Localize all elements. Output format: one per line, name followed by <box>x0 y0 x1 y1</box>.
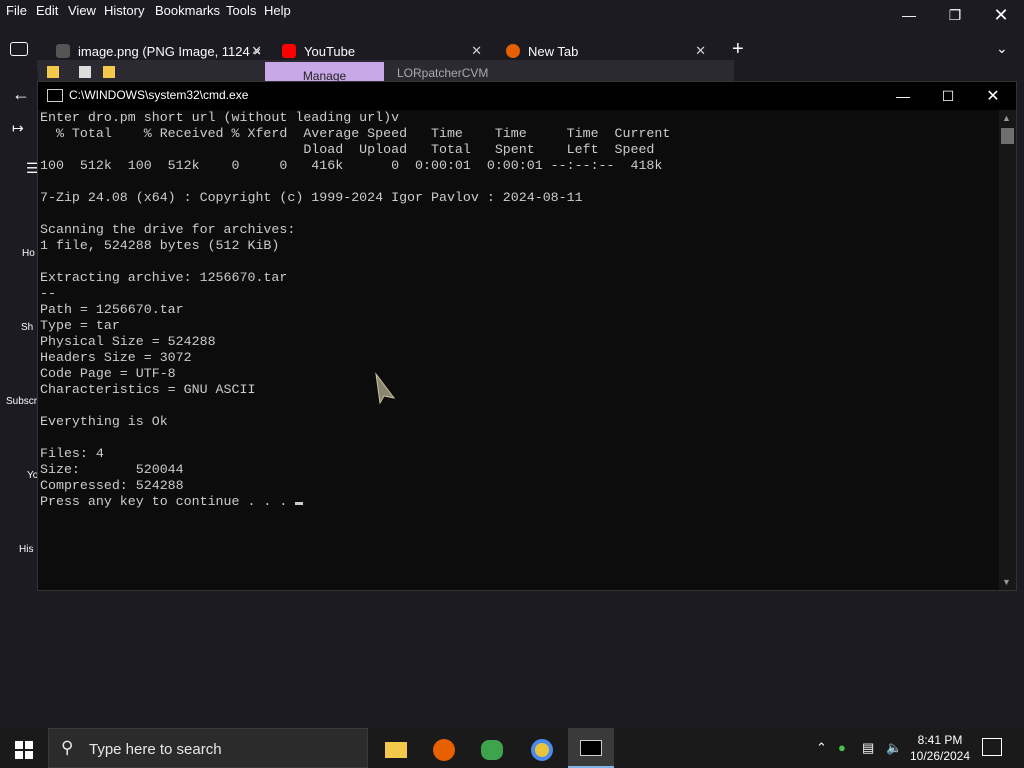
console-line: Enter dro.pm short url (without leading … <box>40 110 400 125</box>
sidebar-item-shorts[interactable]: Sh <box>21 322 33 333</box>
image-icon <box>56 44 70 58</box>
browser-minimize-button[interactable]: — <box>886 0 932 30</box>
taskbar-firefox[interactable] <box>424 732 464 768</box>
cmd-icon <box>580 740 602 756</box>
cmd-minimize-button[interactable]: — <box>880 82 926 110</box>
windows-logo-icon <box>15 741 33 759</box>
text-cursor <box>295 502 304 505</box>
properties-icon <box>79 66 91 78</box>
console-line: Files: 4 <box>40 446 104 461</box>
scroll-down-icon[interactable]: ▼ <box>1002 577 1011 587</box>
console-line: Code Page = UTF-8 <box>40 366 176 381</box>
manage-tab[interactable]: Manage <box>265 62 384 83</box>
sidebar-item-subscriptions[interactable]: Subscr <box>6 396 37 407</box>
console-line: Press any key to continue . . . <box>40 494 998 510</box>
start-button[interactable] <box>4 732 44 768</box>
cmd-title: C:\WINDOWS\system32\cmd.exe <box>69 88 249 102</box>
console-line: 1 file, 524288 bytes (512 KiB) <box>40 238 280 253</box>
menu-edit[interactable]: Edit <box>36 3 58 18</box>
close-icon[interactable]: ✕ <box>471 43 482 59</box>
folder-icon <box>47 66 59 78</box>
tab-label: New Tab <box>528 43 579 59</box>
console-line: Compressed: 524288 <box>40 478 184 493</box>
close-icon[interactable]: ✕ <box>695 43 706 59</box>
cmd-window[interactable]: C:\WINDOWS\system32\cmd.exe — ☐ ✕ Enter … <box>37 81 1017 591</box>
signin-icon[interactable]: ↦ <box>12 120 24 137</box>
console-line: Extracting archive: 1256670.tar <box>40 270 288 285</box>
cursor-icon <box>375 372 396 404</box>
console-line: Size: 520044 <box>40 462 184 477</box>
console-line: 100 512k 100 512k 0 0 416k 0 0:00:01 0:0… <box>40 158 663 173</box>
users-icon <box>481 740 503 760</box>
chrome-icon <box>531 739 553 761</box>
taskbar-search[interactable]: ⚲ Type here to search <box>48 728 368 768</box>
console-line: Type = tar <box>40 318 120 333</box>
taskbar-chrome[interactable] <box>522 732 562 768</box>
console-line: Physical Size = 524288 <box>40 334 216 349</box>
close-icon[interactable]: ✕ <box>251 43 262 59</box>
cmd-maximize-button[interactable]: ☐ <box>925 82 971 110</box>
scrollbar-thumb[interactable] <box>1001 128 1014 144</box>
sidebar-item-history[interactable]: His <box>19 544 33 555</box>
taskbar-users-app[interactable] <box>472 732 512 768</box>
menu-history[interactable]: History <box>104 3 144 18</box>
console-line: % Total % Received % Xferd Average Speed… <box>40 126 671 141</box>
tab-label: image.png (PNG Image, 1124 × <box>78 43 261 59</box>
notification-icon[interactable] <box>982 738 1002 756</box>
console-line: Scanning the drive for archives: <box>40 222 296 237</box>
console-line: -- <box>40 286 56 301</box>
scroll-up-icon[interactable]: ▲ <box>1002 113 1011 123</box>
console-line: Everything is Ok <box>40 414 168 429</box>
firefox-icon <box>433 739 455 761</box>
menu-file[interactable]: File <box>6 3 27 18</box>
firefox-icon <box>506 44 520 58</box>
taskbar-cmd[interactable] <box>568 728 614 768</box>
new-folder-icon <box>103 66 115 78</box>
background-window: Manage LORpatcherCVM <box>37 60 734 83</box>
clock-date: 10/26/2024 <box>909 749 971 763</box>
console-scrollbar[interactable]: ▲ ▼ <box>999 110 1016 590</box>
network-icon[interactable]: ▤ <box>862 740 874 756</box>
cmd-close-button[interactable]: ✕ <box>970 82 1016 110</box>
sidebar-item-home[interactable]: Ho <box>22 248 35 259</box>
search-icon: ⚲ <box>61 738 74 757</box>
youtube-icon <box>282 44 296 58</box>
taskbar-file-explorer[interactable] <box>376 732 416 768</box>
background-window-title: LORpatcherCVM <box>397 66 489 80</box>
menu-tools[interactable]: Tools <box>226 3 256 18</box>
console-line: Headers Size = 3072 <box>40 350 192 365</box>
clock[interactable]: 8:41 PM 10/26/2024 <box>906 732 974 764</box>
browser-close-button[interactable]: ✕ <box>978 0 1024 30</box>
back-arrow-icon[interactable]: ← <box>12 84 30 105</box>
volume-icon[interactable]: 🔈 <box>886 740 902 756</box>
console-output[interactable]: Enter dro.pm short url (without leading … <box>40 110 998 590</box>
menu-bookmarks[interactable]: Bookmarks <box>155 3 220 18</box>
clock-time: 8:41 PM <box>917 733 963 747</box>
tab-list-icon[interactable] <box>10 42 28 56</box>
menu-view[interactable]: View <box>68 3 96 18</box>
chevron-down-icon[interactable]: ⌄ <box>996 40 1008 57</box>
browser-sidebar: ← ↦ ☰ Ho Sh Subscr Yo His <box>0 70 39 730</box>
tab-label: YouTube <box>304 43 356 59</box>
cmd-titlebar[interactable]: C:\WINDOWS\system32\cmd.exe — ☐ ✕ <box>38 82 1016 110</box>
console-line: 7-Zip 24.08 (x64) : Copyright (c) 1999-2… <box>40 190 583 205</box>
file-explorer-icon <box>385 742 407 758</box>
console-line: Dload Upload Total Spent Left Speed <box>40 142 655 157</box>
users-tray-icon[interactable]: ● <box>838 740 846 755</box>
search-placeholder: Type here to search <box>89 741 222 758</box>
console-line: Path = 1256670.tar <box>40 302 184 317</box>
new-tab-plus-icon[interactable]: + <box>732 38 744 61</box>
menu-bar: File Edit View History Bookmarks Tools H… <box>0 0 1024 22</box>
browser-restore-button[interactable]: ❐ <box>932 0 978 30</box>
menu-help[interactable]: Help <box>264 3 291 18</box>
cmd-icon <box>47 89 63 102</box>
console-line: Characteristics = GNU ASCII <box>40 382 256 397</box>
chevron-up-icon[interactable]: ⌃ <box>816 740 827 756</box>
